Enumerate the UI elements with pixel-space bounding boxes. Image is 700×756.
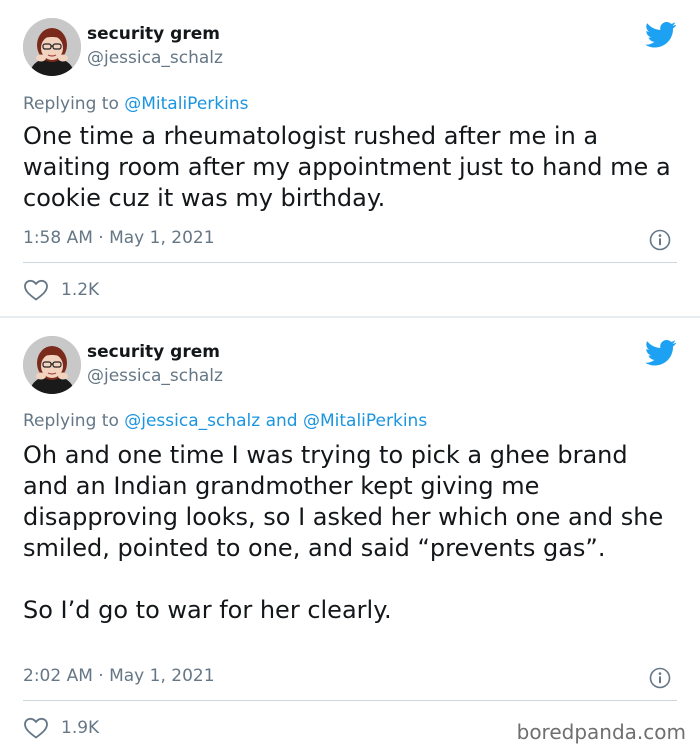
tweet-timestamp[interactable]: 2:02 AM · May 1, 2021 [23, 666, 215, 686]
replying-to: Replying to @MitaliPerkins [23, 94, 248, 114]
user-handle[interactable]: @jessica_schalz [87, 48, 223, 68]
avatar[interactable] [23, 18, 81, 76]
twitter-bird-icon[interactable] [645, 20, 677, 48]
heart-icon [24, 717, 48, 739]
like-button[interactable]: 1.2K [23, 278, 99, 302]
display-name[interactable]: security grem [87, 342, 220, 362]
tweet-text: Oh and one time I was trying to pick a g… [23, 441, 664, 624]
divider [23, 262, 677, 263]
tweet-card: security grem @jessica_schalz Replying t… [0, 318, 700, 756]
reply-mention-link[interactable]: @MitaliPerkins [124, 94, 248, 114]
replying-prefix: Replying to [23, 94, 125, 114]
tweet-card: security grem @jessica_schalz Replying t… [0, 0, 700, 316]
like-count: 1.9K [61, 718, 100, 738]
display-name[interactable]: security grem [87, 24, 220, 44]
like-count: 1.2K [61, 280, 100, 300]
user-handle[interactable]: @jessica_schalz [87, 366, 223, 386]
reply-mention-link[interactable]: @jessica_schalz and @MitaliPerkins [124, 411, 427, 431]
divider [23, 700, 677, 701]
like-button[interactable]: 1.9K [23, 716, 99, 740]
tweet-timestamp[interactable]: 1:58 AM · May 1, 2021 [23, 228, 215, 248]
info-icon[interactable] [649, 667, 671, 689]
watermark: boredpanda.com [516, 720, 686, 744]
twitter-bird-icon[interactable] [645, 338, 677, 366]
avatar[interactable] [23, 336, 81, 394]
replying-to: Replying to @jessica_schalz and @MitaliP… [23, 411, 427, 431]
heart-icon [24, 279, 48, 301]
info-icon[interactable] [649, 229, 671, 251]
replying-prefix: Replying to [23, 411, 125, 431]
tweet-text: One time a rheumatologist rushed after m… [23, 122, 671, 212]
